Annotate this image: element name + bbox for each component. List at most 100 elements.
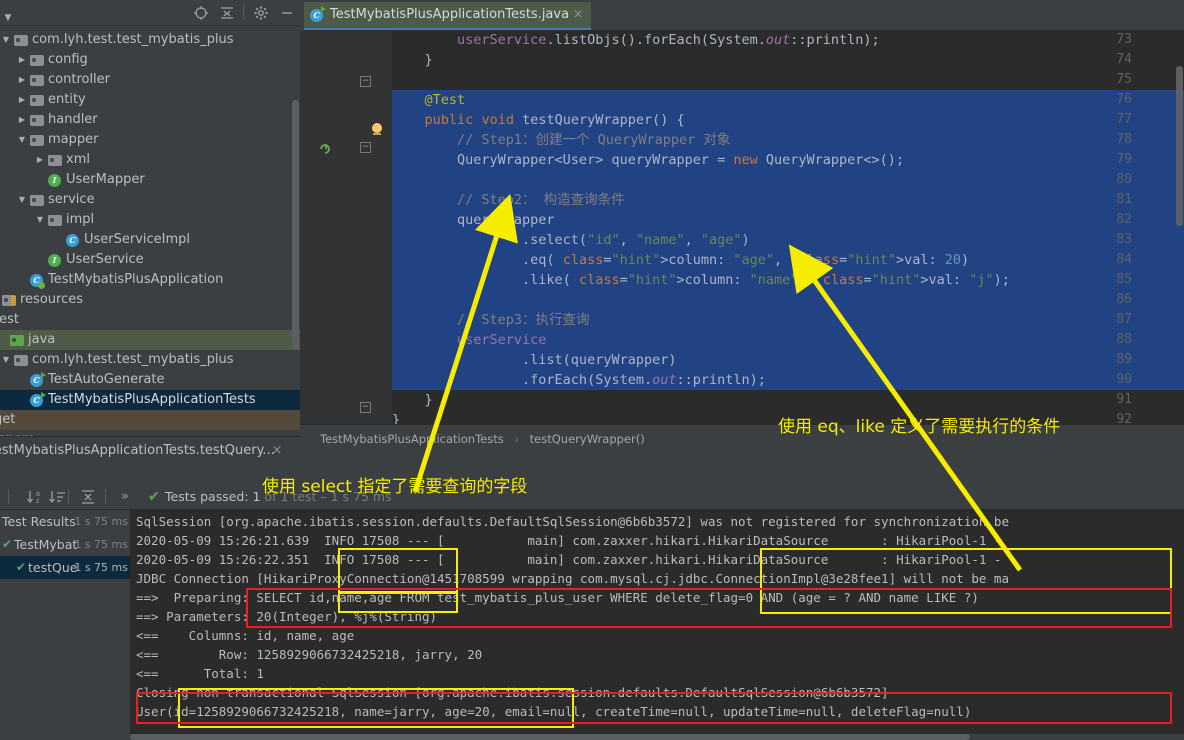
editor-gutter[interactable] bbox=[300, 30, 366, 424]
run-config-tab-label[interactable]: TestMybatisPlusApplicationTests.testQuer… bbox=[0, 437, 275, 465]
code-text[interactable]: userService.listObjs().forEach(System.ou… bbox=[392, 30, 1184, 424]
tree-item-label: xml bbox=[66, 152, 90, 167]
tree-item-usermapper[interactable]: I UserMapper bbox=[0, 170, 300, 190]
chevron-right-icon[interactable]: ▶ bbox=[16, 90, 28, 110]
project-vertical-scrollbar[interactable] bbox=[292, 100, 299, 350]
tree-item-entity[interactable]: ▶ entity bbox=[0, 90, 300, 110]
folder-icon bbox=[30, 55, 44, 66]
code-line: QueryWrapper<User> queryWrapper = new Qu… bbox=[392, 152, 905, 168]
console-line: User(id=1258929066732425218, name=jarry,… bbox=[136, 704, 972, 719]
code-line: // Step3：执行查询 bbox=[457, 312, 590, 328]
test-tree-row[interactable]: ✔ testQue 1 s 75 ms bbox=[0, 556, 130, 579]
tree-item-get[interactable]: get bbox=[0, 410, 300, 430]
console-output[interactable]: SqlSession [org.apache.ibatis.session.de… bbox=[130, 510, 1184, 740]
test-tree-row[interactable]: Test Results 1 s 75 ms bbox=[0, 510, 130, 533]
folder-icon bbox=[30, 135, 44, 146]
chevron-right-icon[interactable]: ▶ bbox=[34, 150, 46, 170]
tree-item-test[interactable]: test bbox=[0, 310, 300, 330]
intention-bulb-icon[interactable] bbox=[370, 122, 384, 138]
tree-item-config[interactable]: ▶ config bbox=[0, 50, 300, 70]
console-line: 2020-05-09 15:26:21.639 INFO 17508 --- [… bbox=[136, 533, 1002, 548]
tree-item-userserviceimpl[interactable]: C UserServiceImpl bbox=[0, 230, 300, 250]
tree-item-userservice[interactable]: I UserService bbox=[0, 250, 300, 270]
code-line: // Step1：创建一个 QueryWrapper 对象 bbox=[457, 132, 731, 148]
close-icon[interactable]: × bbox=[571, 8, 585, 22]
code-line: queryWrapper bbox=[392, 212, 555, 228]
code-line: userService bbox=[457, 332, 547, 348]
breadcrumb-class[interactable]: TestMybatisPlusApplicationTests bbox=[320, 432, 504, 446]
console-line: <== Columns: id, name, age bbox=[136, 628, 355, 643]
tree-item-java[interactable]: java bbox=[0, 330, 300, 350]
tree-item-label: entity bbox=[48, 92, 86, 107]
test-results-tree[interactable]: Test Results 1 s 75 ms ✔ TestMybat 1 s 75 ms… bbox=[0, 510, 130, 740]
sort-by-duration-icon[interactable] bbox=[48, 489, 68, 505]
editor-tab-testmybatisplusapplicationtests[interactable]: C TestMybatisPlusApplicationTests.java × bbox=[304, 2, 592, 30]
minimize-icon[interactable] bbox=[279, 5, 295, 21]
tree-item-service[interactable]: ▼ service bbox=[0, 190, 300, 210]
tree-item-com-lyh-test-test-mybatis-plus[interactable]: ▼ com.lyh.test.test_mybatis_plus bbox=[0, 30, 300, 50]
more-icon[interactable]: » bbox=[116, 489, 134, 505]
chevron-down-icon[interactable]: ▼ bbox=[34, 210, 46, 230]
check-icon: ✔ bbox=[2, 537, 13, 551]
chevron-down-icon[interactable]: ▼ bbox=[16, 130, 28, 150]
folder-icon bbox=[14, 355, 28, 366]
close-icon[interactable]: × bbox=[270, 444, 284, 458]
tests-duration-label: of 1 test – 1 s 75 ms bbox=[260, 489, 392, 504]
interface-icon: I bbox=[48, 174, 61, 187]
console-line: 2020-05-09 15:26:22.351 INFO 17508 --- [… bbox=[136, 552, 1002, 567]
tree-item-label: handler bbox=[48, 112, 98, 127]
chevron-right-icon[interactable]: ▶ bbox=[16, 110, 28, 130]
code-line: } bbox=[392, 412, 401, 424]
fold-marker-icon[interactable]: − bbox=[360, 142, 371, 153]
tree-item-testmybatisplusapplicationtests[interactable]: C TestMybatisPlusApplicationTests bbox=[0, 390, 300, 410]
panel-collapse-arrow-icon[interactable]: ▼ bbox=[2, 12, 14, 24]
breadcrumb-method[interactable]: testQueryWrapper() bbox=[530, 432, 645, 446]
code-line: .like( class="hint">column: "name", clas… bbox=[392, 272, 1010, 288]
editor-vertical-scrollbar[interactable] bbox=[1176, 66, 1183, 226]
tree-item-label: mapper bbox=[48, 132, 99, 147]
tree-item-handler[interactable]: ▶ handler bbox=[0, 110, 300, 130]
breadcrumb[interactable]: TestMybatisPlusApplicationTests › testQu… bbox=[300, 424, 1184, 452]
chevron-down-icon[interactable]: ▼ bbox=[0, 30, 12, 50]
test-tree-row[interactable]: ✔ TestMybat 1 s 75 ms bbox=[0, 533, 130, 556]
chevron-down-icon[interactable]: ▼ bbox=[0, 350, 12, 370]
code-pane[interactable]: − − − 73 74 75 76 77 78 79 80 81 82 83 84 85 86 87 88 89… bbox=[300, 30, 1184, 424]
tree-item-testmybatisplusapplication[interactable]: C TestMybatisPlusApplication bbox=[0, 270, 300, 290]
tree-item-testautogenerate[interactable]: C TestAutoGenerate bbox=[0, 370, 300, 390]
locate-icon[interactable] bbox=[193, 5, 209, 21]
tree-item-xml[interactable]: ▶ xml bbox=[0, 150, 300, 170]
run-test-gutter-icon[interactable] bbox=[318, 142, 332, 156]
console-horizontal-scrollbar[interactable] bbox=[130, 734, 1184, 740]
code-line: .forEach(System.out::println); bbox=[392, 372, 766, 388]
tree-item-label: impl bbox=[66, 212, 95, 227]
console-line: JDBC Connection [HikariProxyConnection@1… bbox=[136, 571, 1009, 586]
tree-item-resources[interactable]: resources bbox=[0, 290, 300, 310]
check-icon: ✔ bbox=[16, 560, 27, 574]
project-tree[interactable]: ▼ com.lyh.test.test_mybatis_plus ▶ config ▶ c… bbox=[0, 30, 300, 436]
folder-icon bbox=[48, 215, 62, 226]
sort-alphabetically-icon[interactable]: az bbox=[26, 489, 46, 505]
test-tree-label: TestMybat bbox=[14, 537, 78, 552]
runnable-class-icon: C bbox=[30, 372, 46, 387]
expand-collapse-icon[interactable] bbox=[78, 489, 98, 505]
tree-item-com-lyh-test-test-mybatis-plus[interactable]: ▼ com.lyh.test.test_mybatis_plus bbox=[0, 350, 300, 370]
tree-item-impl[interactable]: ▼ impl bbox=[0, 210, 300, 230]
fold-marker-icon[interactable]: − bbox=[360, 76, 371, 87]
tree-item-controller[interactable]: ▶ controller bbox=[0, 70, 300, 90]
toolbar-divider bbox=[243, 5, 244, 20]
fold-marker-icon[interactable]: − bbox=[360, 402, 371, 413]
scrollbar-thumb[interactable] bbox=[130, 734, 970, 740]
chevron-right-icon[interactable]: ▶ bbox=[16, 50, 28, 70]
tree-item-mapper[interactable]: ▼ mapper bbox=[0, 130, 300, 150]
chevron-down-icon[interactable]: ▼ bbox=[16, 190, 28, 210]
chevron-right-icon[interactable]: ▶ bbox=[16, 70, 28, 90]
collapse-all-icon[interactable] bbox=[219, 5, 235, 21]
runnable-class-icon: C bbox=[30, 392, 46, 407]
console-line: ==> Preparing: SELECT id,name,age FROM t… bbox=[136, 590, 979, 605]
settings-gear-icon[interactable] bbox=[253, 5, 269, 21]
tree-item-label: resources bbox=[20, 292, 84, 307]
tree-item-label: com.lyh.test.test_mybatis_plus bbox=[32, 32, 234, 47]
folder-icon bbox=[30, 75, 44, 86]
console-line: ==> Parameters: 20(Integer), %j%(String) bbox=[136, 609, 438, 624]
code-line: .eq( class="hint">column: "age", class="… bbox=[392, 252, 970, 268]
